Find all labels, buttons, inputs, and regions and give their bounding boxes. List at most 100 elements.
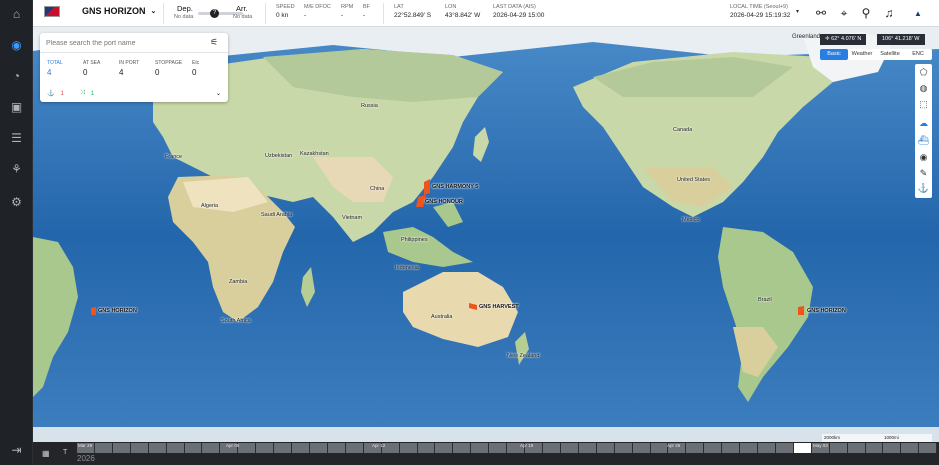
- tab-satellite[interactable]: Satellite: [876, 49, 904, 60]
- me-dfoc-label: M/E DFOC: [304, 4, 331, 10]
- route-unknown-icon: ?: [210, 9, 219, 18]
- globe-icon[interactable]: ◍: [917, 82, 930, 95]
- timeline[interactable]: ▦ T Mar 29 Apr 05 Apr 12 Apr 19 Apr 26 M…: [33, 442, 939, 465]
- cloud-icon[interactable]: ☁: [917, 117, 930, 130]
- home-icon[interactable]: ⌂: [8, 5, 25, 22]
- place-label: Algeria: [201, 203, 219, 209]
- stat-label: AT SEA: [83, 60, 101, 66]
- port-search: ⚟: [40, 33, 228, 53]
- ruler-icon[interactable]: ✎: [917, 167, 930, 180]
- eye-icon[interactable]: ◉: [917, 151, 930, 164]
- dashboard-icon[interactable]: ◔: [8, 67, 25, 84]
- vessel-label[interactable]: GNS HORIZON: [807, 308, 846, 314]
- cursor-coord-lat: ✛ 62° 4.076' N: [820, 34, 867, 45]
- app: ⌂ ◉ ◔ ▣ ☰ ⚘ ⚙ ⇥ GNS HORIZON ⌄ Dep. No da…: [0, 0, 939, 465]
- timeline-month: Mar 29: [78, 443, 93, 448]
- vessel-pin-icon[interactable]: ⚲: [859, 6, 873, 20]
- stat-value: 0: [155, 68, 160, 77]
- anchor-icon[interactable]: ⚓: [917, 182, 930, 195]
- timeline-month: Apr 12: [372, 443, 386, 448]
- port-search-input[interactable]: [46, 37, 196, 49]
- alert-counter[interactable]: ⚓ 1: [47, 90, 64, 98]
- polygon-icon[interactable]: ⬠: [917, 66, 930, 79]
- tab-basic[interactable]: Basic: [820, 49, 848, 60]
- stat-value: 0: [83, 68, 88, 77]
- stat-in-port[interactable]: IN PORT 4: [119, 60, 139, 77]
- cursor-coord-lon: 106° 41.218' W: [877, 34, 925, 45]
- local-time-value: 2026-04-29 15:19:32: [730, 12, 791, 19]
- left-sidebar: ⌂ ◉ ◔ ▣ ☰ ⚘ ⚙ ⇥: [0, 0, 33, 465]
- stat-value: 4: [47, 68, 52, 77]
- location-pin-icon[interactable]: ⌖: [837, 6, 851, 20]
- bell-icon[interactable]: ♫: [882, 6, 896, 20]
- logout-icon[interactable]: ⇥: [8, 441, 25, 458]
- vessel-label[interactable]: GNS HARMONY 5: [432, 184, 478, 190]
- place-label: Uzbekistan: [265, 153, 293, 159]
- tab-enc[interactable]: ENC: [904, 49, 932, 60]
- satellite-icon[interactable]: ⚯: [814, 6, 828, 20]
- stat-stoppage[interactable]: STOPPAGE 0: [155, 60, 182, 77]
- me-dfoc-value: -: [304, 12, 307, 19]
- divider: [383, 3, 384, 24]
- user-avatar-icon[interactable]: ▲: [909, 6, 927, 20]
- place-label: Zambia: [229, 279, 248, 285]
- vessel-label[interactable]: GNS HONOUR: [425, 199, 463, 205]
- map-layer-tabs: Basic Weather Satellite ENC: [820, 49, 932, 60]
- lon-value: 43°8.842' W: [445, 12, 481, 19]
- stat-at-sea[interactable]: AT SEA 0: [83, 60, 100, 77]
- ship-icon[interactable]: ⛴: [917, 134, 930, 147]
- lat-label: LAT: [394, 4, 404, 10]
- place-label-greenland: Greenland: [792, 34, 821, 40]
- stat-label: TOTAL: [47, 60, 63, 66]
- settings-icon[interactable]: ⚙: [8, 193, 25, 210]
- timeline-month: May 03: [813, 443, 828, 448]
- local-time-label: LOCAL TIME (Seoul+9): [730, 4, 788, 10]
- route-icon[interactable]: ⚘: [8, 160, 25, 177]
- fleet-panel: ⚟ TOTAL 4 AT SEA 0 IN PORT 4 STOPPAGE 0 …: [40, 33, 228, 102]
- timeline-strip[interactable]: [77, 443, 938, 453]
- share-counter[interactable]: ⤨ 1: [80, 90, 94, 97]
- last-data-label: LAST DATA (AIS): [493, 4, 536, 10]
- timeline-t-button[interactable]: T: [63, 449, 67, 456]
- place-label: Indonesia: [395, 265, 419, 271]
- stat-total[interactable]: TOTAL 4: [47, 60, 63, 77]
- eye-icon[interactable]: ◉: [8, 36, 25, 53]
- timeline-month: Apr 05: [226, 443, 240, 448]
- stat-label: Etc: [192, 60, 200, 66]
- panel-footer: ⚓ 1 ⤨ 1 ⌄: [40, 88, 228, 101]
- place-label: China: [370, 186, 385, 192]
- place-label: Vietnam: [342, 215, 363, 221]
- chevron-down-icon[interactable]: ⌄: [216, 90, 221, 97]
- bf-label: BF: [363, 4, 371, 10]
- share-icon: ⤨: [80, 90, 85, 96]
- place-label: Brazil: [758, 297, 772, 303]
- vessel-label[interactable]: GNS HORIZON: [98, 308, 137, 314]
- dep-label: Dep.: [177, 4, 193, 13]
- select-area-icon[interactable]: ⬚: [917, 98, 930, 111]
- stat-etc[interactable]: Etc 0: [192, 60, 199, 77]
- place-label: France: [165, 154, 183, 160]
- filter-icon[interactable]: ⚟: [210, 37, 222, 49]
- stat-value: 0: [192, 68, 197, 77]
- fleet-stats: TOTAL 4 AT SEA 0 IN PORT 4 STOPPAGE 0 Et…: [40, 60, 228, 82]
- timeline-month: Apr 26: [667, 443, 681, 448]
- coord-lon: 106° 41.218' W: [882, 36, 920, 42]
- share-count: 1: [90, 90, 95, 97]
- scale-km: 2000km: [824, 435, 841, 440]
- caret-down-icon[interactable]: ▾: [796, 8, 799, 15]
- place-label: Saudi Arabia: [261, 212, 293, 218]
- sliders-icon[interactable]: ☰: [8, 129, 25, 146]
- lon-label: LON: [445, 4, 457, 10]
- rpm-label: RPM: [341, 4, 354, 10]
- tab-weather[interactable]: Weather: [848, 49, 876, 60]
- vessel-flag-icon: [44, 6, 60, 17]
- vessel-selector[interactable]: GNS HORIZON ⌄: [82, 6, 156, 16]
- image-icon[interactable]: ▣: [8, 98, 25, 115]
- last-data-value: 2026-04-29 15:00: [493, 12, 545, 19]
- place-label: Canada: [673, 127, 693, 133]
- calendar-icon[interactable]: ▦: [42, 449, 50, 458]
- chevron-down-icon: ⌄: [150, 8, 157, 15]
- stat-label: STOPPAGE: [155, 60, 183, 66]
- vessel-label[interactable]: GNS HARVEST: [479, 304, 519, 310]
- place-label: South Africa: [221, 318, 251, 324]
